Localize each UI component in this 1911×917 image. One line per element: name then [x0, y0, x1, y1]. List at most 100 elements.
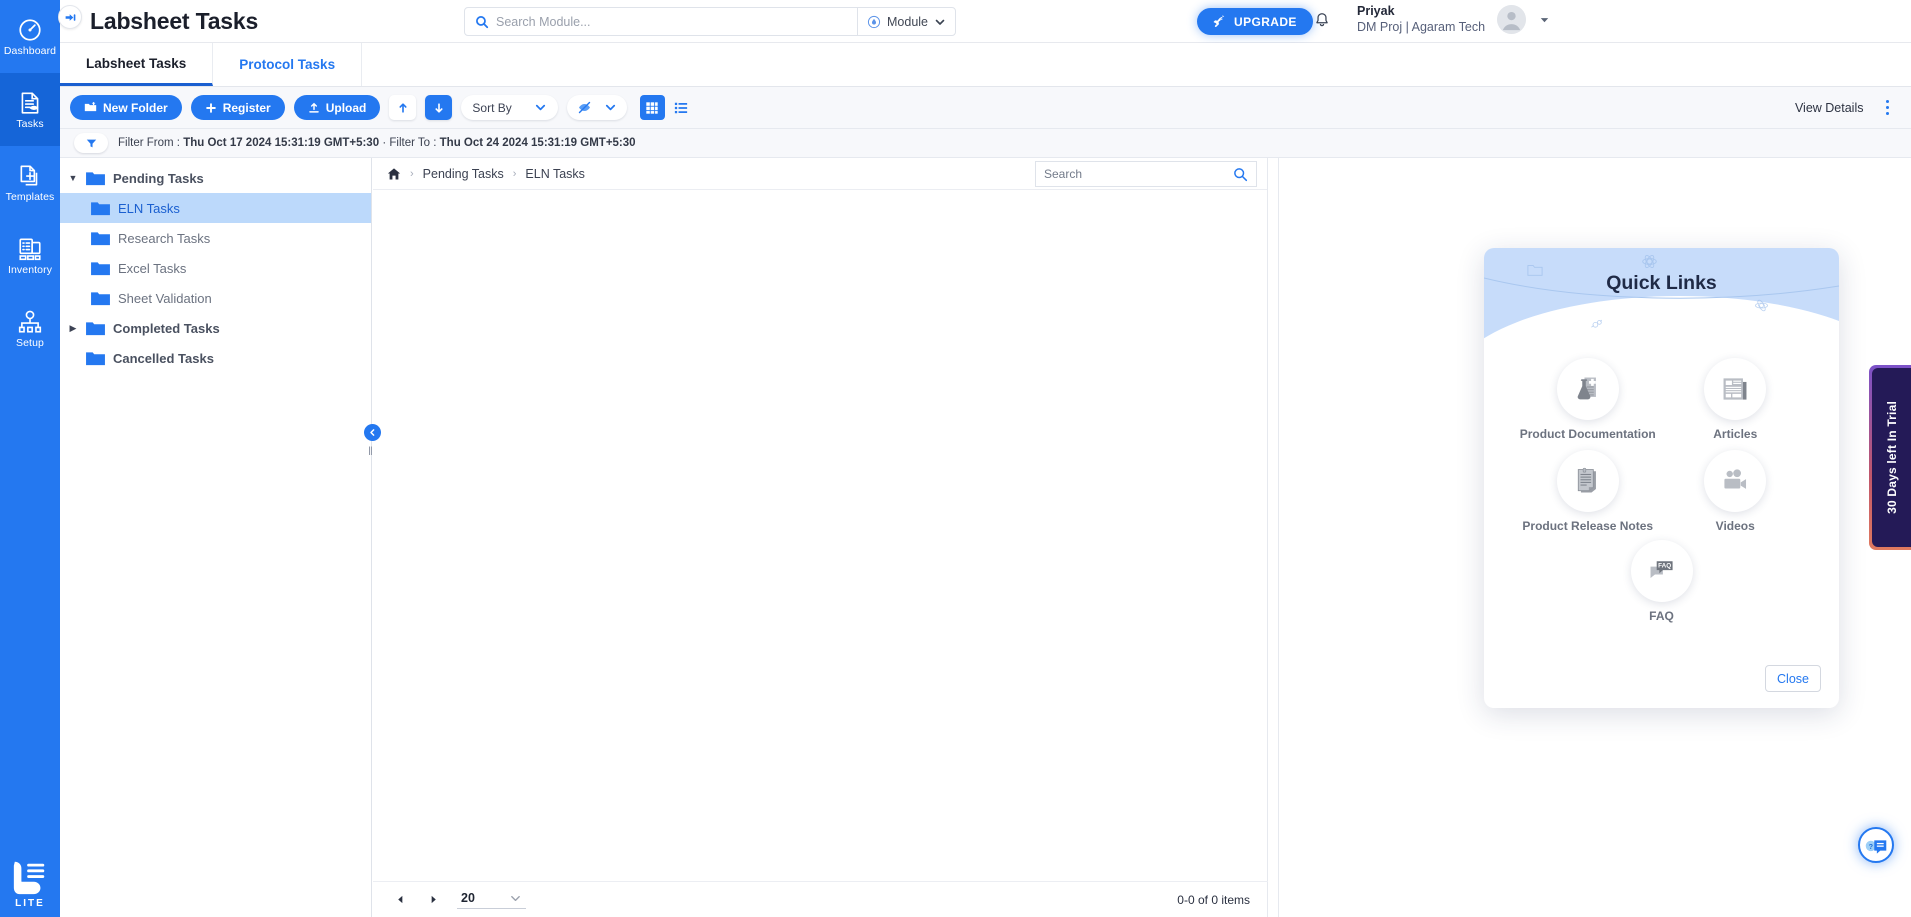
content-search-input[interactable] — [1044, 167, 1233, 181]
quick-link-videos[interactable]: Videos — [1662, 450, 1810, 534]
upload-button[interactable]: Upload — [293, 95, 381, 120]
user-avatar-icon — [1497, 5, 1527, 35]
quick-link-label: Product Documentation — [1519, 427, 1656, 441]
pin-sidebar-button[interactable] — [58, 5, 82, 29]
tree-node-excel-tasks[interactable]: Excel Tasks — [60, 253, 371, 283]
breadcrumb-item-eln-tasks[interactable]: ELN Tasks — [525, 167, 585, 181]
quick-link-product-release-notes[interactable]: Product Release Notes — [1514, 450, 1662, 534]
content-search-bar[interactable] — [1035, 161, 1257, 187]
chevron-right-icon[interactable]: ▶ — [68, 323, 78, 334]
page-size-dropdown[interactable]: 20 — [457, 890, 526, 909]
chevron-down-icon[interactable] — [1538, 13, 1551, 26]
quick-link-label: Product Release Notes — [1522, 519, 1654, 533]
main-content-panel: › Pending Tasks › ELN Tasks Search 20 0-… — [373, 158, 1268, 917]
tab-labsheet-tasks[interactable]: Labsheet Tasks — [60, 43, 214, 86]
sidebar-item-setup-label: Setup — [16, 336, 44, 349]
grid-view-button[interactable] — [639, 95, 665, 120]
chevron-down-icon — [604, 101, 617, 114]
breadcrumb: › Pending Tasks › ELN Tasks — [373, 158, 1267, 190]
new-folder-button[interactable]: New Folder — [70, 95, 182, 120]
user-menu[interactable]: Priyak DM Proj | Agaram Tech — [1357, 4, 1551, 35]
avatar[interactable] — [1497, 5, 1527, 35]
sidebar-resize-handle[interactable]: ‖ — [368, 444, 373, 458]
sidebar-item-templates-label: Templates — [5, 190, 55, 203]
articles-icon — [1704, 358, 1767, 420]
quick-links-close-button[interactable]: Close — [1765, 665, 1821, 692]
register-button[interactable]: Register — [190, 95, 285, 120]
filter-button[interactable] — [74, 133, 108, 153]
inventory-icon — [17, 236, 43, 262]
collapse-sidebar-button[interactable] — [364, 424, 381, 441]
sidebar-item-setup[interactable]: Setup — [0, 292, 60, 365]
module-search-bar: Module — [464, 7, 956, 36]
new-folder-label: New Folder — [103, 100, 168, 115]
kebab-menu-icon[interactable] — [1882, 96, 1894, 120]
sidebar-item-templates[interactable]: Templates — [0, 146, 60, 219]
quick-link-product-documentation[interactable]: Product Documentation — [1514, 358, 1662, 442]
sort-ascending-button[interactable] — [389, 95, 417, 120]
toolbar-right-group: View Details — [1795, 96, 1901, 120]
prev-page-button[interactable] — [391, 892, 410, 907]
quick-links-faq-row: FAQ FAQ — [1484, 540, 1839, 624]
tree-node-completed-tasks[interactable]: ▶ Completed Tasks — [60, 313, 371, 343]
search-icon — [475, 15, 489, 29]
breadcrumb-item-pending-tasks[interactable]: Pending Tasks — [423, 167, 504, 181]
faq-icon: FAQ — [1630, 540, 1693, 602]
tree-node-cancelled-tasks[interactable]: Cancelled Tasks — [60, 343, 371, 373]
action-toolbar: New Folder Register Upload Sort By View … — [60, 87, 1911, 129]
search-field[interactable] — [465, 8, 857, 35]
filter-range-text: Filter From : Thu Oct 17 2024 15:31:19 G… — [118, 137, 636, 149]
sort-descending-button[interactable] — [425, 95, 453, 120]
triangle-right-icon — [431, 895, 436, 904]
svg-text:?: ? — [1869, 841, 1874, 850]
decor-atom-icon — [1754, 298, 1769, 313]
filter-icon — [86, 138, 97, 149]
lite-logo-label: LITE — [15, 898, 45, 909]
quick-links-header: Quick Links — [1484, 248, 1839, 340]
search-input[interactable] — [496, 14, 847, 29]
quick-link-articles[interactable]: Articles — [1662, 358, 1810, 442]
quick-link-label: FAQ — [1649, 609, 1674, 623]
quick-link-label: Articles — [1713, 427, 1758, 441]
app-root: Dashboard Tasks Templates Inventory Setu… — [0, 0, 1911, 917]
folder-icon — [90, 260, 111, 277]
quick-links-grid: Product Documentation Articles Product R… — [1484, 340, 1839, 534]
plus-icon — [205, 102, 217, 114]
lite-logo-icon — [13, 861, 45, 895]
module-selector[interactable]: Module — [857, 8, 955, 35]
trial-banner[interactable]: 30 Days left In Trial — [1869, 365, 1911, 550]
help-chat-button[interactable]: ? — [1858, 827, 1894, 863]
tab-protocol-tasks[interactable]: Protocol Tasks — [213, 43, 363, 86]
chevron-down-icon — [934, 16, 946, 28]
sort-by-dropdown[interactable]: Sort By — [461, 95, 558, 120]
search-icon[interactable] — [1233, 167, 1248, 182]
list-view-button[interactable] — [669, 95, 694, 120]
folder-icon — [90, 230, 111, 247]
sidebar-item-dashboard[interactable]: Dashboard — [0, 0, 60, 73]
tree-node-label: ELN Tasks — [118, 200, 180, 216]
home-icon[interactable] — [387, 167, 401, 181]
chevron-down-icon[interactable]: ▼ — [68, 173, 78, 183]
tree-node-pending-tasks[interactable]: ▼ Pending Tasks — [60, 163, 371, 193]
upgrade-button-label: UPGRADE — [1234, 14, 1297, 29]
help-chat-icon: ? — [1864, 835, 1888, 856]
quick-links-panel: Quick Links Product Documentation Articl… — [1484, 248, 1839, 708]
tree-node-research-tasks[interactable]: Research Tasks — [60, 223, 371, 253]
sidebar-item-dashboard-label: Dashboard — [3, 44, 57, 57]
filter-to-label: Filter To : — [389, 137, 437, 149]
chevron-down-icon — [534, 101, 547, 114]
next-page-button[interactable] — [424, 892, 443, 907]
sidebar-item-inventory[interactable]: Inventory — [0, 219, 60, 292]
view-details-button[interactable]: View Details — [1795, 101, 1864, 115]
user-org: DM Proj | Agaram Tech — [1357, 19, 1486, 34]
tree-node-sheet-validation[interactable]: Sheet Validation — [60, 283, 371, 313]
bell-icon[interactable] — [1313, 11, 1331, 29]
visibility-dropdown[interactable] — [566, 95, 627, 120]
upload-label: Upload — [325, 100, 367, 115]
tree-node-eln-tasks[interactable]: ELN Tasks — [60, 193, 371, 223]
upgrade-button[interactable]: UPGRADE — [1197, 8, 1313, 35]
quick-link-label: Videos — [1715, 519, 1755, 533]
sidebar-item-tasks[interactable]: Tasks — [0, 73, 60, 146]
filter-separator: · — [382, 137, 387, 149]
quick-link-faq[interactable]: FAQ FAQ — [1630, 540, 1693, 624]
